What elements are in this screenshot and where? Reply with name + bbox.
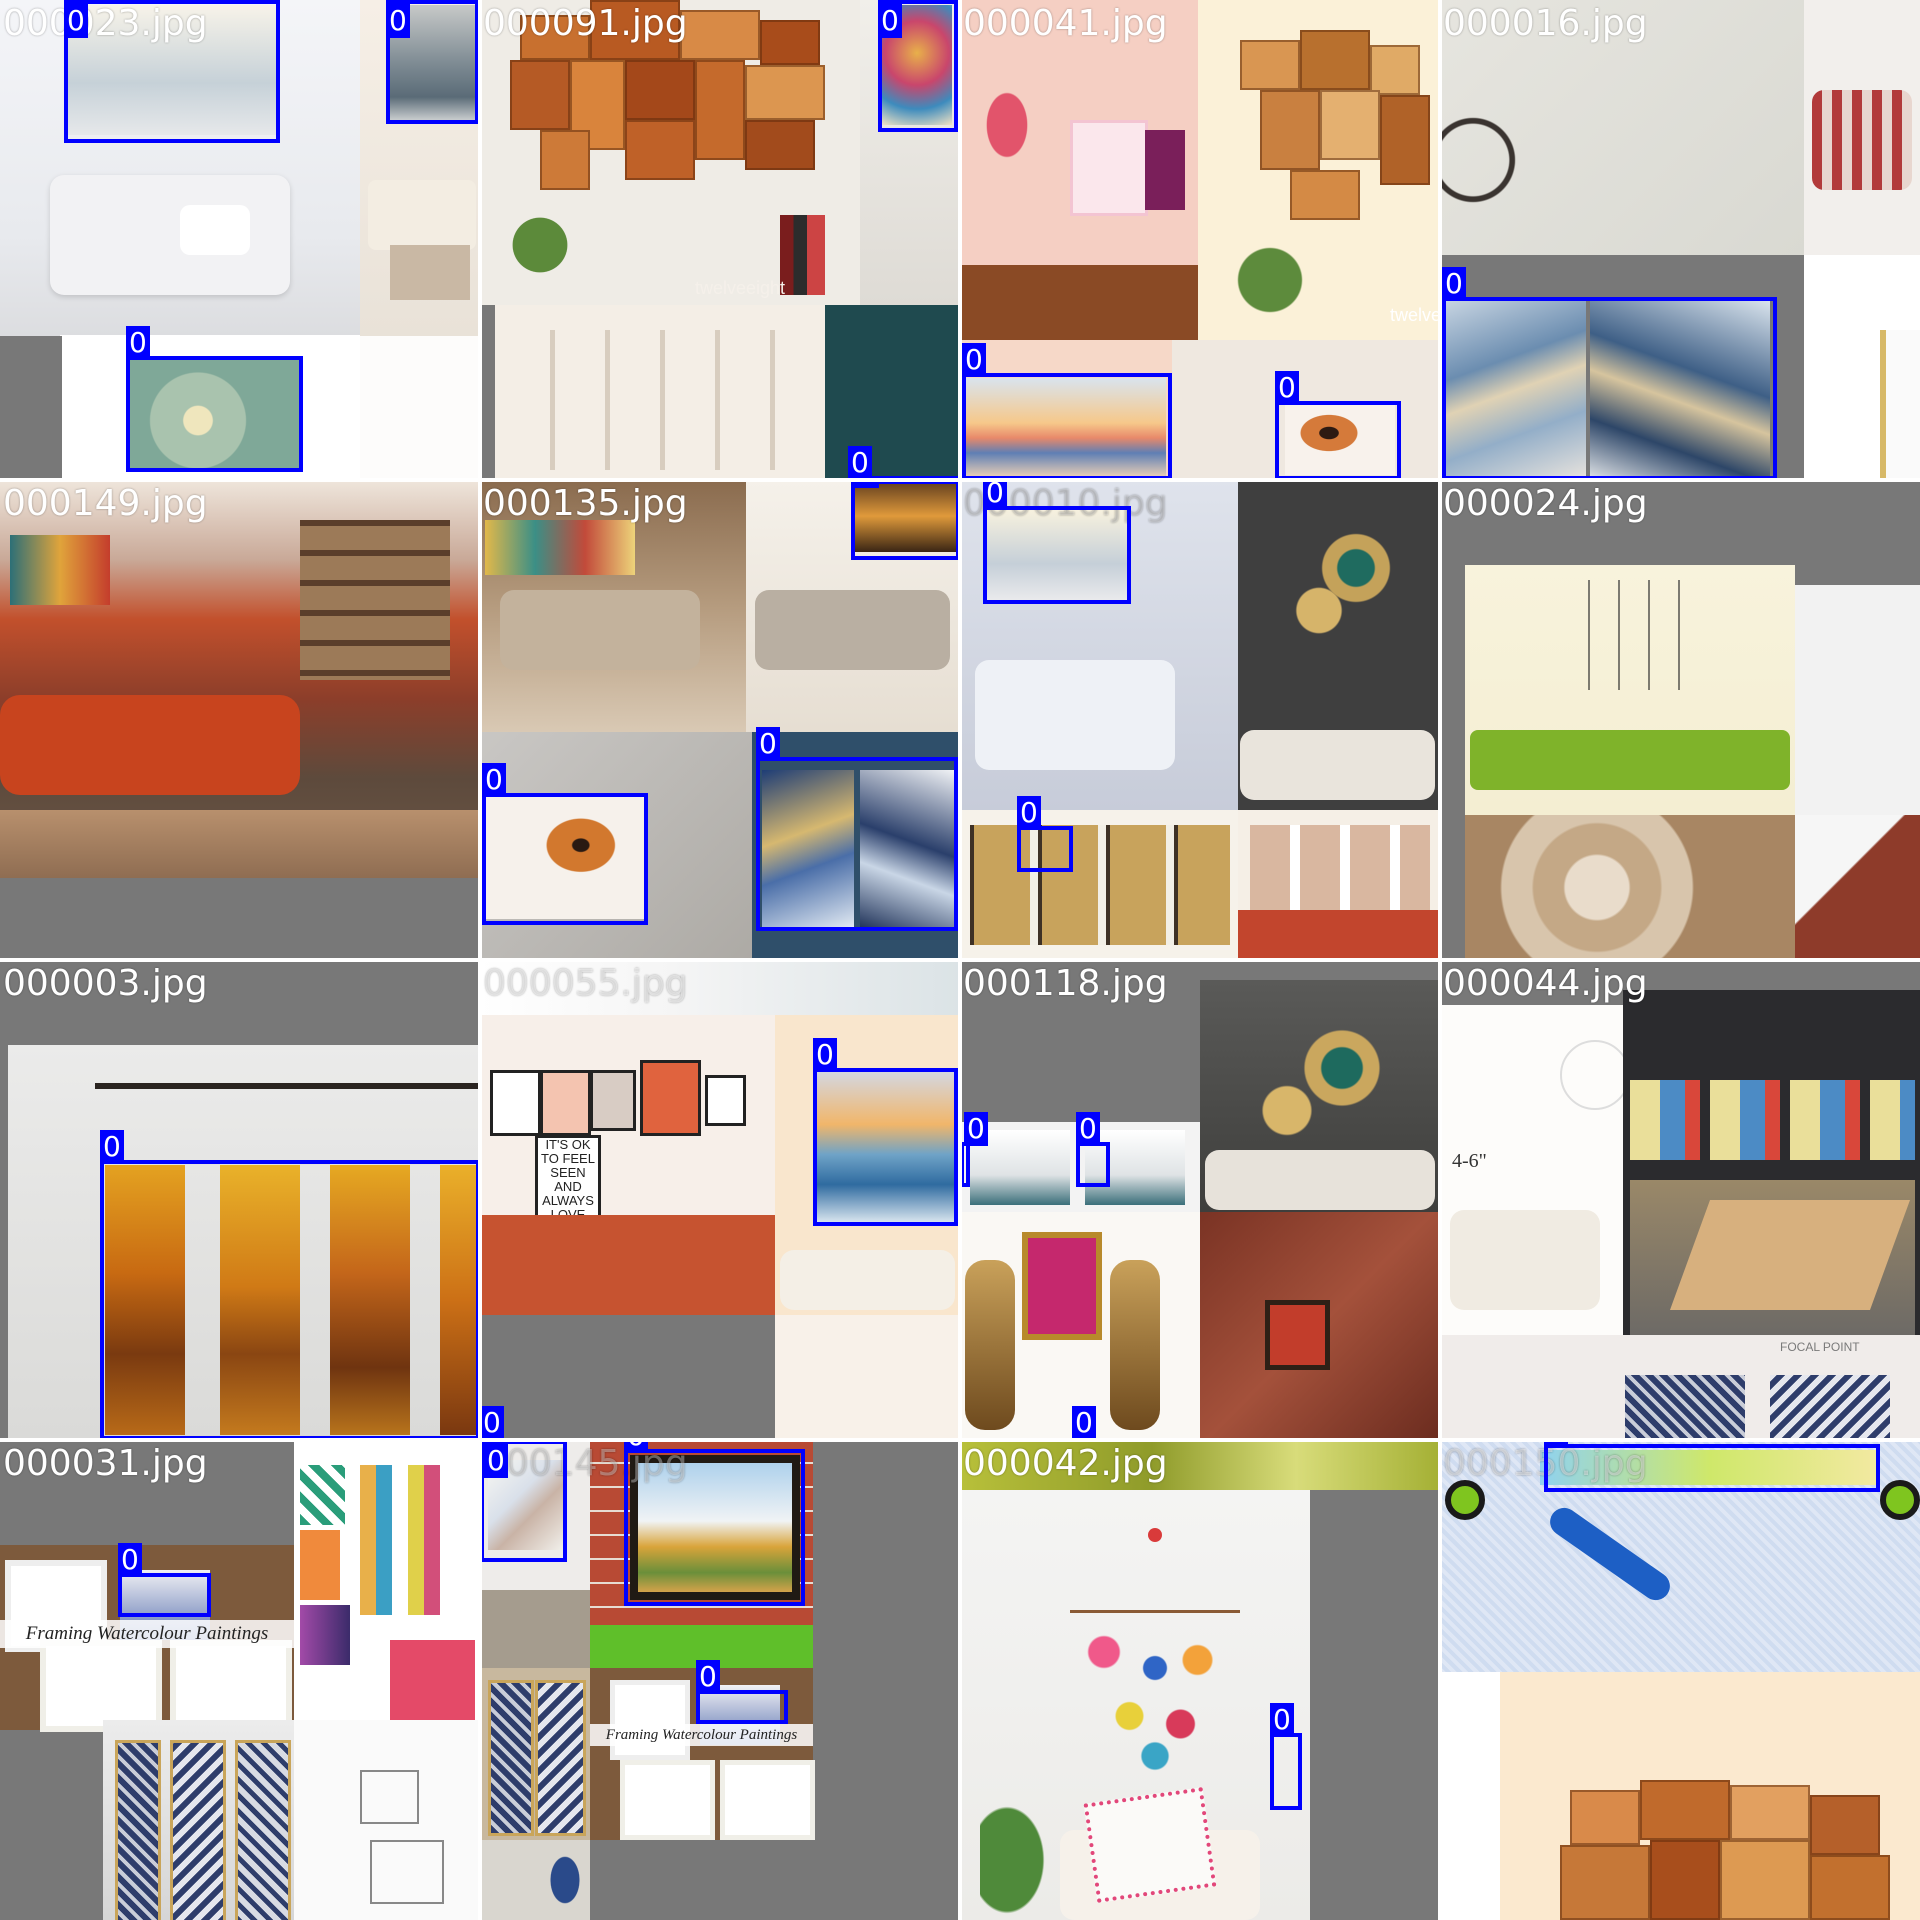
tile-filename: 000003.jpg	[3, 963, 208, 1004]
tile-filename: 000042.jpg	[963, 1443, 1168, 1484]
mosaic-grid: 000023.jpg 0 0 0 twelveeight 000091.jpg …	[0, 0, 1920, 1920]
detection-box: 0	[962, 343, 1172, 480]
detection-box: 0	[126, 326, 303, 472]
tile-000044: 4-6" FOCAL POINT 000044.jpg	[1440, 960, 1920, 1440]
detection-box: 0	[1544, 1440, 1880, 1492]
detection-box: 0	[1270, 1703, 1302, 1810]
detection-box: 0	[851, 480, 960, 560]
framing-caption: Framing Watercolour Paintings	[0, 1620, 294, 1648]
tile-000055: IT'S OK TO FEEL SEEN AND ALWAYS LOVE YOU…	[480, 960, 960, 1440]
tile-000150: 000150.jpg 0	[1440, 1440, 1920, 1920]
grid-line	[0, 478, 1920, 482]
tile-000003: 000003.jpg 0	[0, 960, 480, 1440]
tile-filename: 000024.jpg	[1443, 483, 1648, 524]
detection-box: 0	[1076, 1112, 1110, 1187]
tile-000041: twelve 000041.jpg 0 0	[960, 0, 1440, 480]
detection-box: 0	[64, 0, 280, 143]
tile-000031: Framing Watercolour Paintings 000031.jpg…	[0, 1440, 480, 1920]
detection-box: 0	[118, 1543, 211, 1617]
tile-filename: 000031.jpg	[3, 1443, 208, 1484]
tile-000016: 000016.jpg 0	[1440, 0, 1920, 480]
tile-000023: 000023.jpg 0 0 0	[0, 0, 480, 480]
watermark-text: twelveeight	[695, 278, 786, 298]
tile-filename: 000016.jpg	[1443, 3, 1648, 44]
detection-box: 0	[624, 1440, 805, 1606]
detection-box: 0	[482, 763, 648, 925]
tile-filename: 000149.jpg	[3, 483, 208, 524]
height-note: 4-6"	[1452, 1150, 1487, 1172]
detection-box: 0	[1275, 371, 1401, 480]
detection-box: 0	[1442, 267, 1777, 480]
detection-box: 0	[480, 1440, 567, 1562]
detection-box: 0	[386, 0, 479, 124]
tile-000145: Framing Watercolour Paintings 000145.jpg…	[480, 1440, 960, 1920]
tile-000091: twelveeight 000091.jpg 0 0	[480, 0, 960, 480]
detection-box: 0	[813, 1038, 958, 1226]
tile-filename: 000091.jpg	[483, 3, 688, 44]
tile-filename: 000118.jpg	[963, 963, 1168, 1004]
tile-filename: 000055.jpg	[483, 963, 688, 1004]
focal-point-tag: FOCAL POINT	[1780, 1340, 1860, 1354]
grid-line	[0, 958, 1920, 962]
detection-box: 0	[1017, 796, 1073, 872]
grid-line	[0, 1438, 1920, 1442]
tile-000135: 000135.jpg 0 0 0	[480, 480, 960, 960]
detection-box: 0	[983, 480, 1131, 604]
watermark-text: twelve	[1390, 305, 1438, 325]
detection-box: 0	[100, 1130, 480, 1440]
detection-box: 0	[696, 1660, 788, 1724]
tile-000118: 000118.jpg 0 0 0	[960, 960, 1440, 1440]
tile-filename: 000041.jpg	[963, 3, 1168, 44]
detection-box: 0	[878, 0, 958, 132]
detection-box: 0	[756, 727, 958, 931]
tile-000149: 000149.jpg	[0, 480, 480, 960]
tile-filename: 000044.jpg	[1443, 963, 1648, 1004]
tile-000010: 000010.jpg 0 0	[960, 480, 1440, 960]
framing-caption-2: Framing Watercolour Paintings	[590, 1724, 813, 1746]
tile-000024: 000024.jpg	[1440, 480, 1920, 960]
tile-000042: 000042.jpg 0	[960, 1440, 1440, 1920]
tile-filename: 000135.jpg	[483, 483, 688, 524]
